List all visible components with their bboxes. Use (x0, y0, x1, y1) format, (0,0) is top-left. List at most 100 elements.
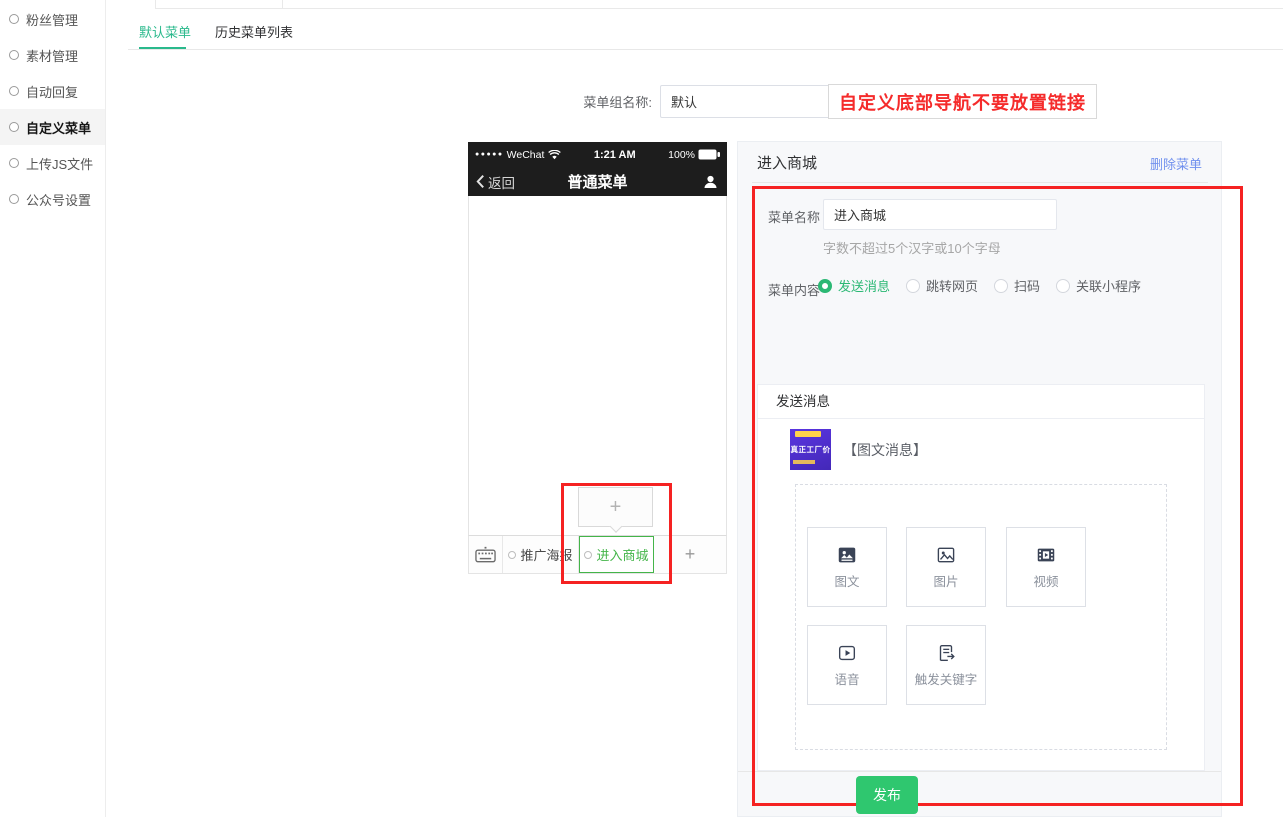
phone-chat-body (468, 196, 727, 535)
radio-label: 扫码 (1014, 276, 1040, 295)
thumbnail-text: 真正工厂价 (791, 444, 831, 455)
voice-icon (836, 642, 858, 664)
sidebar-item-account-settings[interactable]: 公众号设置 (0, 181, 105, 217)
phone-status-bar: ●●●●● WeChat 1:21 AM 100% (468, 142, 727, 167)
menu-item-label: 推广海报 (520, 545, 572, 564)
tabs-divider (128, 49, 1283, 50)
annotation-note-box: 自定义底部导航不要放置链接 (828, 84, 1097, 119)
phone-back-button: 返回 (476, 172, 515, 192)
menu-item-promo-poster[interactable]: 推广海报 (503, 536, 579, 573)
sidebar-item-label: 素材管理 (26, 46, 78, 65)
radio-selected-icon (818, 279, 832, 293)
media-button-news[interactable]: 图文 (807, 527, 887, 607)
phone-header: ●●●●● WeChat 1:21 AM 100% (468, 142, 727, 196)
phone-time: 1:21 AM (561, 149, 668, 161)
menu-name-label: 菜单名称 (768, 207, 820, 226)
top-tabbar-remnant (155, 8, 1283, 9)
delete-menu-link[interactable]: 删除菜单 (1150, 154, 1202, 173)
tab-history-menu-list[interactable]: 历史菜单列表 (215, 22, 293, 41)
submenu-add-popup[interactable]: + (578, 487, 653, 527)
thumbnail-strip (793, 460, 815, 464)
radio-label: 跳转网页 (926, 276, 978, 295)
picture-icon (935, 544, 957, 566)
signal-dots-icon: ●●●●● (475, 151, 504, 158)
media-button-video[interactable]: 视频 (1006, 527, 1086, 607)
media-button-trigger-keyword[interactable]: 触发关键字 (906, 625, 986, 705)
circle-icon (9, 86, 19, 96)
sidebar-item-custom-menu[interactable]: 自定义菜单 (0, 109, 105, 145)
news-icon (836, 544, 858, 566)
media-picker-area: 图文 图片 (795, 484, 1167, 750)
radio-icon (906, 279, 920, 293)
bullet-circle-icon (584, 551, 592, 559)
annotation-note-text: 自定义底部导航不要放置链接 (839, 89, 1086, 115)
keyword-doc-icon (935, 642, 957, 664)
media-button-picture[interactable]: 图片 (906, 527, 986, 607)
phone-menu-bar: 推广海报 进入商城 + (468, 535, 727, 574)
battery-percent: 100% (668, 149, 695, 161)
sidebar-item-label: 上传JS文件 (26, 154, 93, 173)
radio-label: 发送消息 (838, 276, 890, 295)
person-icon (702, 174, 719, 190)
menu-group-name-label: 菜单组名称: (560, 92, 652, 111)
sidebar-item-label: 公众号设置 (26, 190, 91, 209)
plus-icon: + (610, 496, 622, 519)
send-message-section-title: 发送消息 (758, 385, 1204, 419)
radio-jump-webpage[interactable]: 跳转网页 (906, 276, 978, 295)
radio-icon (1056, 279, 1070, 293)
circle-icon (9, 158, 19, 168)
top-tab-separator (282, 0, 283, 8)
sidebar-item-label: 粉丝管理 (26, 10, 78, 29)
circle-icon (9, 14, 19, 24)
video-icon (1035, 544, 1057, 566)
keyboard-icon (475, 546, 496, 563)
top-tab-separator (155, 0, 156, 8)
add-menu-button[interactable]: + (654, 536, 726, 573)
custom-menu-page: 粉丝管理 素材管理 自动回复 自定义菜单 上传JS文件 公众号设置 默认菜单 历… (0, 0, 1283, 817)
menu-name-hint: 字数不超过5个汉字或10个字母 (823, 238, 1001, 257)
sidebar-item-label: 自定义菜单 (26, 118, 91, 137)
circle-icon (9, 194, 19, 204)
editor-header-divider (752, 182, 1208, 183)
phone-preview: ●●●●● WeChat 1:21 AM 100% (468, 142, 727, 574)
phone-nav-bar: 普通菜单 返回 (468, 167, 727, 196)
circle-icon (9, 50, 19, 60)
radio-mini-program[interactable]: 关联小程序 (1056, 276, 1141, 295)
sidebar-item-label: 自动回复 (26, 82, 78, 101)
media-button-label: 语音 (834, 669, 859, 688)
sidebar-item-upload-js[interactable]: 上传JS文件 (0, 145, 105, 181)
menu-item-enter-mall[interactable]: 进入商城 (579, 536, 654, 573)
sidebar: 粉丝管理 素材管理 自动回复 自定义菜单 上传JS文件 公众号设置 (0, 0, 106, 817)
circle-icon (9, 122, 19, 132)
phone-back-label: 返回 (488, 172, 515, 192)
editor-title: 进入商城 (757, 152, 817, 173)
sidebar-item-material[interactable]: 素材管理 (0, 37, 105, 73)
radio-send-message[interactable]: 发送消息 (818, 276, 890, 295)
bullet-circle-icon (508, 551, 516, 559)
wifi-icon (548, 150, 561, 160)
menu-group-name-input[interactable] (660, 85, 833, 118)
tab-default-menu[interactable]: 默认菜单 (139, 22, 191, 41)
editor-footer-divider (738, 771, 1221, 772)
keyboard-toggle[interactable] (469, 536, 503, 573)
media-button-label: 触发关键字 (915, 669, 978, 688)
chevron-left-icon (476, 174, 485, 189)
media-button-voice[interactable]: 语音 (807, 625, 887, 705)
sidebar-item-autoreply[interactable]: 自动回复 (0, 73, 105, 109)
publish-button[interactable]: 发布 (856, 776, 918, 814)
send-message-section: 发送消息 真正工厂价 【图文消息】 图文 (757, 384, 1205, 771)
radio-icon (994, 279, 1008, 293)
thumbnail-ribbon (795, 431, 821, 437)
menu-name-input[interactable] (823, 199, 1057, 230)
message-item-caption: 【图文消息】 (843, 440, 927, 460)
media-button-label: 视频 (1033, 571, 1058, 590)
sidebar-item-fans[interactable]: 粉丝管理 (0, 1, 105, 37)
radio-scan-code[interactable]: 扫码 (994, 276, 1040, 295)
carrier-label: WeChat (507, 149, 545, 161)
selected-message-item[interactable]: 真正工厂价 【图文消息】 (790, 429, 927, 470)
menu-item-label: 进入商城 (596, 545, 648, 564)
plus-icon: + (685, 544, 696, 565)
battery-icon (698, 149, 720, 160)
media-button-label: 图片 (933, 571, 958, 590)
media-button-label: 图文 (834, 571, 859, 590)
